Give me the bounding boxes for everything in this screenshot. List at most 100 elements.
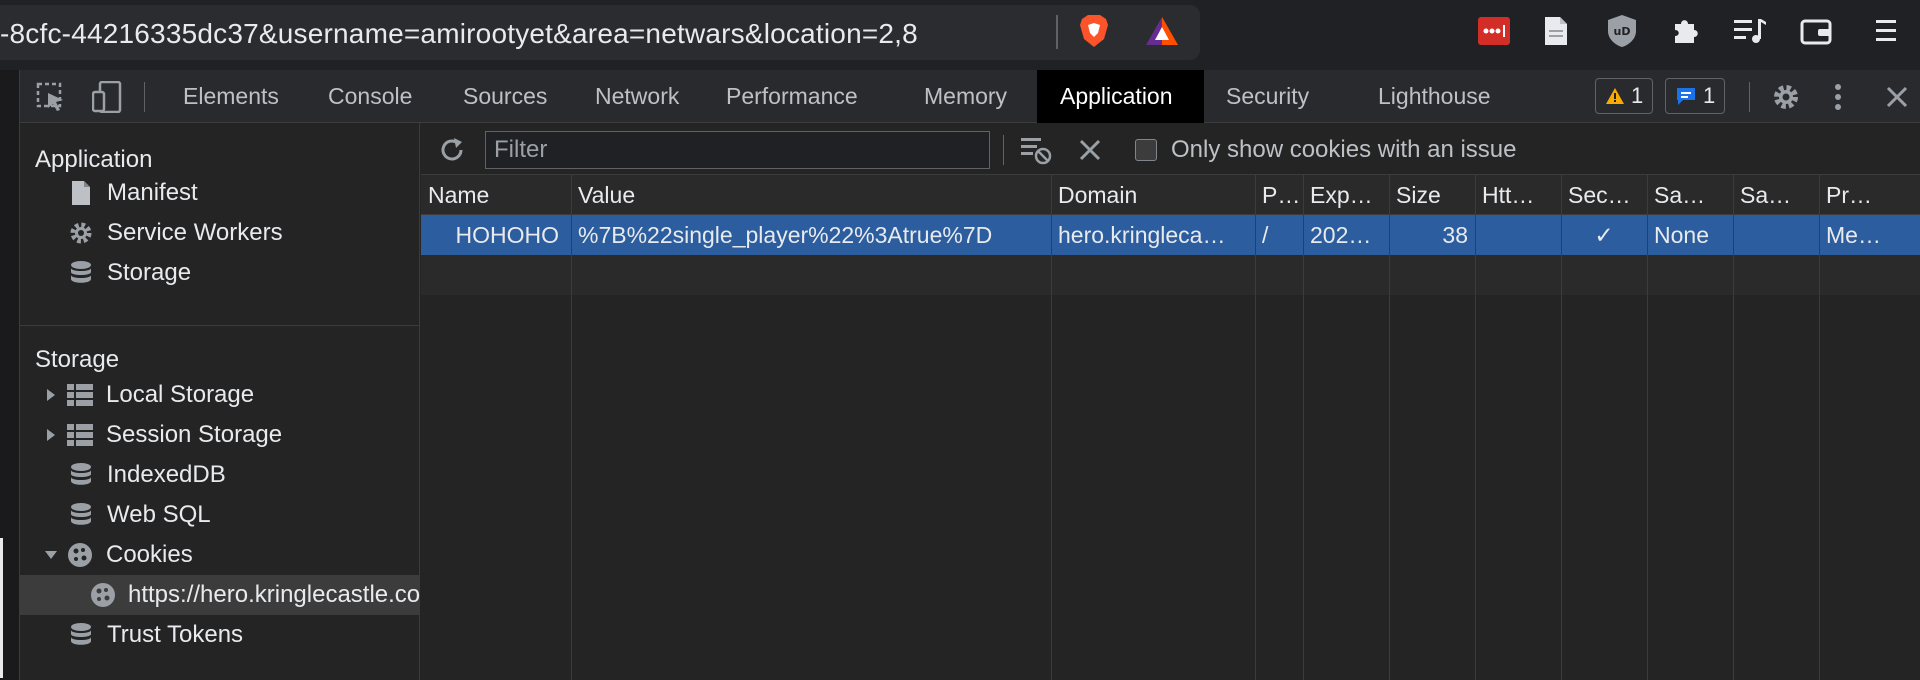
sidebar-item-label: Storage bbox=[107, 259, 192, 286]
sidebar-item-label: Manifest bbox=[107, 179, 198, 206]
sidebar-item-storage[interactable]: Storage bbox=[20, 253, 420, 293]
address-separator bbox=[1056, 15, 1058, 49]
cell-expires[interactable]: 202… bbox=[1303, 215, 1389, 255]
message-icon bbox=[1677, 88, 1695, 105]
only-issue-label: Only show cookies with an issue bbox=[1171, 136, 1517, 163]
column-header-samesite[interactable]: Sa… bbox=[1647, 175, 1733, 215]
sidebar-heading-storage: Storage bbox=[35, 346, 120, 373]
column-header-path[interactable]: P… bbox=[1255, 175, 1303, 215]
database-icon bbox=[67, 461, 95, 489]
address-bar[interactable]: -8cfc-44216335dc37&username=amirootyet&a… bbox=[0, 5, 1200, 60]
sidebar-item-trust-tokens[interactable]: Trust Tokens bbox=[20, 615, 420, 655]
brave-rewards-icon[interactable] bbox=[1144, 13, 1180, 49]
sidebar-item-label: https://hero.kringlecastle.com bbox=[128, 581, 441, 608]
settings-gear-icon[interactable] bbox=[1770, 81, 1802, 113]
browser-toolbar: -8cfc-44216335dc37&username=amirootyet&a… bbox=[0, 0, 1920, 70]
cookies-view: Only show cookies with an issue Name Val… bbox=[421, 123, 1920, 680]
sidebar-item-label: Web SQL bbox=[107, 501, 211, 528]
cookies-toolbar: Only show cookies with an issue bbox=[421, 123, 1920, 175]
tab-sources[interactable]: Sources bbox=[441, 70, 569, 123]
tab-application[interactable]: Application bbox=[1037, 70, 1204, 123]
only-issue-checkbox[interactable] bbox=[1135, 139, 1157, 161]
expand-arrow-icon[interactable] bbox=[40, 388, 62, 402]
sidebar-item-label: Local Storage bbox=[106, 381, 255, 408]
cell-secure[interactable]: ✓ bbox=[1561, 215, 1647, 255]
cookie-icon bbox=[66, 541, 94, 569]
cell-path[interactable]: / bbox=[1255, 215, 1303, 255]
cell-domain[interactable]: hero.kringleca… bbox=[1051, 215, 1255, 255]
cell-priority[interactable]: Me… bbox=[1819, 215, 1920, 255]
page-edge bbox=[0, 70, 20, 680]
column-header-domain[interactable]: Domain bbox=[1051, 175, 1255, 215]
sidebar-item-session-storage[interactable]: Session Storage bbox=[20, 415, 420, 455]
warnings-counter[interactable]: 1 bbox=[1595, 78, 1654, 114]
sidebar-item-service-workers[interactable]: Service Workers bbox=[20, 213, 420, 253]
lastpass-icon[interactable] bbox=[1476, 13, 1512, 49]
column-header-value[interactable]: Value bbox=[571, 175, 1051, 215]
sidebar-item-cookie-origin[interactable]: https://hero.kringlecastle.com bbox=[20, 575, 440, 615]
tab-elements[interactable]: Elements bbox=[161, 70, 301, 123]
menu-icon[interactable] bbox=[1868, 13, 1904, 49]
tab-network[interactable]: Network bbox=[573, 70, 701, 123]
cell-sameparty[interactable] bbox=[1733, 215, 1819, 255]
database-icon bbox=[67, 259, 95, 287]
database-icon bbox=[67, 501, 95, 529]
sidebar-item-local-storage[interactable]: Local Storage bbox=[20, 375, 420, 415]
media-playlist-icon[interactable] bbox=[1732, 13, 1768, 49]
sidebar-item-web-sql[interactable]: Web SQL bbox=[20, 495, 420, 535]
sidebar-item-label: Trust Tokens bbox=[107, 621, 244, 648]
cell-size[interactable]: 38 bbox=[1389, 215, 1475, 255]
brave-shields-icon[interactable] bbox=[1076, 13, 1112, 49]
messages-count: 1 bbox=[1703, 83, 1716, 108]
column-header-secure[interactable]: Sec… bbox=[1561, 175, 1647, 215]
document-icon bbox=[67, 179, 95, 207]
gear-icon bbox=[67, 219, 95, 247]
column-header-httponly[interactable]: Htt… bbox=[1475, 175, 1561, 215]
tab-security[interactable]: Security bbox=[1204, 70, 1331, 123]
cookie-icon bbox=[90, 581, 116, 609]
warnings-count: 1 bbox=[1631, 83, 1644, 108]
delete-all-cookies-icon[interactable] bbox=[1075, 135, 1105, 165]
document-icon[interactable] bbox=[1538, 13, 1574, 49]
table-row[interactable]: HOHOHO %7B%22single_player%22%3Atrue%7D … bbox=[421, 215, 1920, 255]
column-header-expires[interactable]: Exp… bbox=[1303, 175, 1389, 215]
address-bar-url[interactable]: -8cfc-44216335dc37&username=amirootyet&a… bbox=[0, 18, 918, 50]
sidebar-item-cookies[interactable]: Cookies bbox=[20, 535, 420, 575]
tab-console[interactable]: Console bbox=[306, 70, 434, 123]
collapse-arrow-icon[interactable] bbox=[40, 550, 62, 560]
column-header-name[interactable]: Name bbox=[421, 175, 571, 215]
warning-icon bbox=[1606, 88, 1624, 104]
sidebar-item-label: Service Workers bbox=[107, 219, 283, 246]
tab-performance[interactable]: Performance bbox=[704, 70, 880, 123]
column-header-size[interactable]: Size bbox=[1389, 175, 1475, 215]
cell-samesite[interactable]: None bbox=[1647, 215, 1733, 255]
clear-filtered-cookies-icon[interactable] bbox=[1019, 133, 1053, 167]
column-header-sameparty[interactable]: Sa… bbox=[1733, 175, 1819, 215]
sidebar-item-indexeddb[interactable]: IndexedDB bbox=[20, 455, 420, 495]
inspect-element-icon[interactable] bbox=[34, 80, 68, 114]
expand-arrow-icon[interactable] bbox=[40, 428, 62, 442]
tab-lighthouse[interactable]: Lighthouse bbox=[1356, 70, 1513, 123]
sidebar-item-manifest[interactable]: Manifest bbox=[20, 173, 420, 213]
application-sidebar: Application Manifest Service Workers Sto… bbox=[20, 123, 440, 680]
filter-input[interactable] bbox=[485, 131, 990, 169]
sidebar-item-label: Cookies bbox=[106, 541, 193, 568]
cell-name[interactable]: HOHOHO bbox=[421, 215, 571, 255]
tab-memory[interactable]: Memory bbox=[902, 70, 1029, 123]
database-icon bbox=[67, 621, 95, 649]
table-grid-icon bbox=[66, 421, 94, 449]
wallet-icon[interactable] bbox=[1798, 13, 1834, 49]
refresh-icon[interactable] bbox=[435, 133, 469, 167]
messages-counter[interactable]: 1 bbox=[1665, 78, 1726, 114]
cell-value[interactable]: %7B%22single_player%22%3Atrue%7D bbox=[571, 215, 1051, 255]
puzzle-extension-icon[interactable] bbox=[1668, 13, 1704, 49]
ublock-icon[interactable]: uD bbox=[1604, 13, 1640, 49]
close-devtools-icon[interactable] bbox=[1882, 81, 1912, 113]
table-row-empty bbox=[421, 255, 1920, 295]
svg-text:uD: uD bbox=[1614, 25, 1631, 38]
cookies-table: Name Value Domain P… Exp… Size Htt… Sec…… bbox=[421, 175, 1920, 680]
cell-httponly[interactable] bbox=[1475, 215, 1561, 255]
device-toolbar-icon[interactable] bbox=[90, 80, 124, 114]
more-options-icon[interactable] bbox=[1828, 81, 1848, 113]
column-header-priority[interactable]: Pr… bbox=[1819, 175, 1920, 215]
